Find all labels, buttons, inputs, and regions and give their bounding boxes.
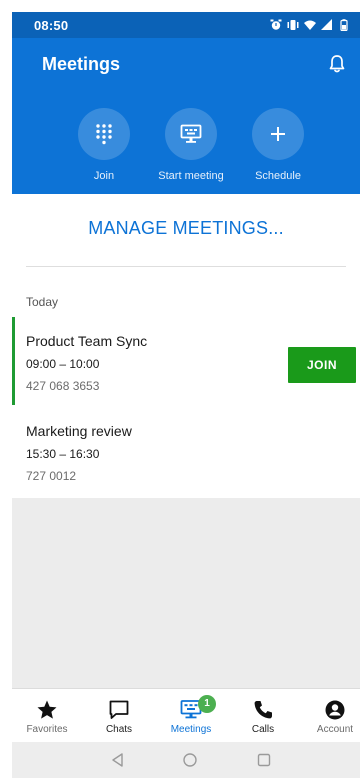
chat-icon bbox=[109, 700, 129, 719]
join-action-label: Join bbox=[93, 170, 115, 182]
manage-meetings-section: MANAGE MEETINGS... bbox=[12, 194, 360, 268]
manage-meetings-link[interactable]: MANAGE MEETINGS... bbox=[12, 218, 360, 239]
meetings-header: Meetings Join Start meeting Schedule bbox=[12, 38, 360, 194]
battery-icon bbox=[338, 18, 350, 32]
page-title: Meetings bbox=[42, 54, 121, 74]
screen-share-icon bbox=[180, 124, 202, 143]
plus-icon bbox=[271, 127, 285, 141]
live-meeting-accent bbox=[12, 317, 15, 405]
schedule-action[interactable]: Schedule bbox=[228, 108, 328, 182]
bottom-navigation: Favorites Chats 1 Meetings Calls Account bbox=[12, 688, 360, 743]
nav-label-chats: Chats bbox=[105, 724, 133, 735]
meeting-item[interactable]: Marketing review 15:30 – 16:30 727 0012 bbox=[12, 407, 360, 495]
section-header-today: Today bbox=[26, 295, 59, 309]
nav-item-calls[interactable]: Calls bbox=[228, 689, 298, 743]
dialpad-icon bbox=[96, 124, 112, 145]
app-screen: 08:50 Meetings Join Start meeting Schedu… bbox=[12, 12, 360, 778]
home-icon[interactable] bbox=[182, 752, 198, 768]
schedule-action-circle[interactable] bbox=[252, 108, 304, 160]
nav-label-favorites: Favorites bbox=[26, 724, 68, 735]
status-icons bbox=[270, 18, 350, 32]
meeting-number: 727 0012 bbox=[26, 469, 77, 483]
start-meeting-action[interactable]: Start meeting bbox=[141, 108, 241, 182]
join-button[interactable]: JOIN bbox=[288, 347, 356, 383]
meetings-badge: 1 bbox=[198, 695, 216, 713]
vibrate-icon bbox=[287, 18, 299, 30]
signal-icon bbox=[321, 18, 333, 30]
system-navigation-bar bbox=[12, 742, 360, 778]
wifi-icon bbox=[304, 18, 316, 30]
meeting-item[interactable]: Product Team Sync 09:00 – 10:00 427 068 … bbox=[12, 317, 360, 405]
start-meeting-action-label: Start meeting bbox=[158, 170, 224, 182]
nav-item-favorites[interactable]: Favorites bbox=[12, 689, 82, 743]
notifications-bell-icon[interactable] bbox=[326, 53, 348, 75]
status-time: 08:50 bbox=[34, 18, 69, 33]
meetings-list: Today Product Team Sync 09:00 – 10:00 42… bbox=[12, 267, 360, 498]
back-icon[interactable] bbox=[110, 752, 126, 768]
meeting-actions: Join Start meeting Schedule bbox=[12, 108, 360, 188]
meeting-title: Marketing review bbox=[26, 423, 132, 439]
account-icon bbox=[325, 700, 345, 720]
status-bar: 08:50 bbox=[12, 12, 360, 38]
phone-icon bbox=[254, 701, 272, 719]
nav-item-account[interactable]: Account bbox=[300, 689, 360, 743]
meeting-time: 09:00 – 10:00 bbox=[26, 357, 100, 371]
join-action[interactable]: Join bbox=[54, 108, 154, 182]
meeting-number: 427 068 3653 bbox=[26, 379, 100, 393]
alarm-icon bbox=[270, 18, 282, 30]
schedule-action-label: Schedule bbox=[255, 170, 301, 182]
nav-item-chats[interactable]: Chats bbox=[84, 689, 154, 743]
recents-icon[interactable] bbox=[256, 752, 272, 768]
nav-item-meetings[interactable]: 1 Meetings bbox=[156, 689, 226, 743]
nav-label-account: Account bbox=[316, 724, 354, 735]
meeting-title: Product Team Sync bbox=[26, 333, 148, 349]
join-action-circle[interactable] bbox=[78, 108, 130, 160]
nav-label-calls: Calls bbox=[251, 724, 275, 735]
meeting-time: 15:30 – 16:30 bbox=[26, 447, 100, 461]
star-icon bbox=[37, 700, 57, 719]
start-meeting-action-circle[interactable] bbox=[165, 108, 217, 160]
nav-label-meetings: Meetings bbox=[170, 724, 212, 735]
